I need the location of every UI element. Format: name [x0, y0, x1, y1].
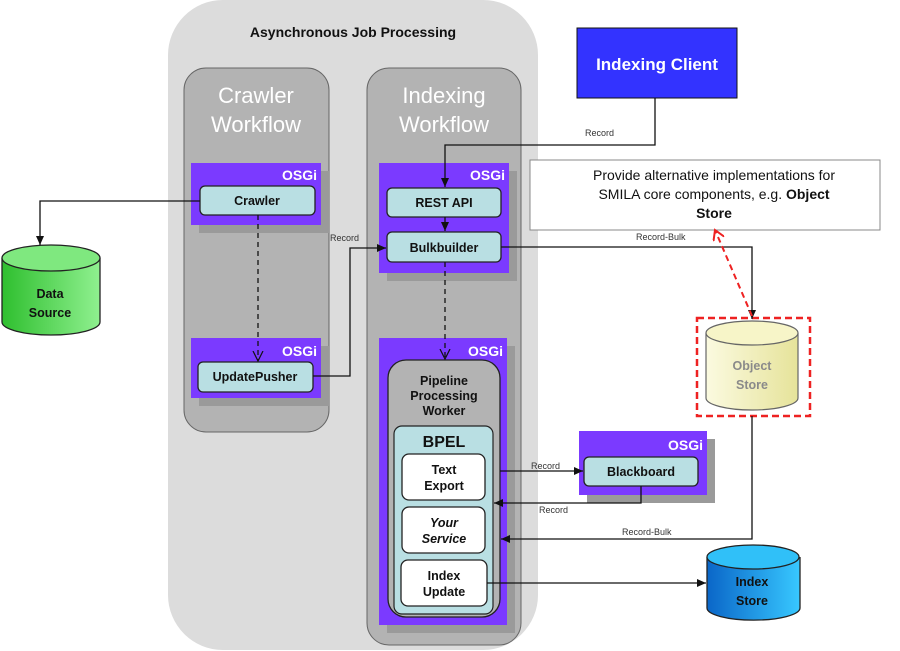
edge-label: Record-Bulk: [622, 527, 672, 537]
note-text: Provide alternative implementations for: [593, 167, 835, 183]
rest-api-node[interactable]: REST API: [386, 187, 502, 218]
edge-label: Record: [585, 128, 614, 138]
crawler-node[interactable]: Crawler: [199, 185, 316, 216]
osgi-pipeline-bundle: OSGi Pipeline Processing Worker BPEL Tex…: [379, 338, 515, 633]
your-service-node[interactable]: Your Service: [401, 506, 486, 554]
highlight-arrow: [715, 230, 753, 317]
osgi-label: OSGi: [668, 437, 703, 453]
text-export-node[interactable]: Text Export: [401, 453, 486, 501]
node-label: Data: [36, 287, 64, 301]
node-label: Index: [428, 569, 461, 583]
node-label: Store: [736, 594, 768, 608]
node-label: Worker: [423, 404, 466, 418]
osgi-label: OSGi: [282, 343, 317, 359]
osgi-updatepusher-bundle: OSGi UpdatePusher: [191, 338, 329, 406]
node-label: Processing: [410, 389, 477, 403]
osgi-label: OSGi: [468, 343, 503, 359]
note-text: SMILA core components, e.g. Object: [598, 186, 829, 202]
node-label: Blackboard: [607, 465, 675, 479]
lane-title: Workflow: [399, 112, 489, 137]
container-title: Asynchronous Job Processing: [250, 24, 456, 40]
edge-label: Record: [539, 505, 568, 515]
object-store-cylinder[interactable]: Object Store: [695, 316, 812, 418]
node-label: Pipeline: [420, 374, 468, 388]
node-label: Index: [736, 575, 769, 589]
updatepusher-node[interactable]: UpdatePusher: [197, 361, 314, 393]
blackboard-node[interactable]: Blackboard: [583, 456, 699, 487]
edge-label: Record: [531, 461, 560, 471]
node-label: Text: [432, 463, 458, 477]
lane-title: Workflow: [211, 112, 301, 137]
osgi-rest-bundle: OSGi REST API Bulkbuilder: [379, 163, 517, 281]
edge-label: Record-Bulk: [636, 232, 686, 242]
node-label: Export: [424, 479, 464, 493]
node-label: Store: [736, 378, 768, 392]
lane-title: Indexing: [402, 83, 485, 108]
architecture-diagram: Asynchronous Job Processing Crawler Work…: [1, 0, 881, 650]
lane-title: Crawler: [218, 83, 294, 108]
node-label: Your: [430, 516, 459, 530]
index-update-node[interactable]: Index Update: [400, 559, 488, 607]
node-label: Bulkbuilder: [410, 241, 479, 255]
bulkbuilder-node[interactable]: Bulkbuilder: [386, 231, 502, 263]
node-label: UpdatePusher: [213, 370, 298, 384]
osgi-blackboard-bundle: OSGi Blackboard: [579, 431, 715, 503]
node-label: Source: [29, 306, 71, 320]
node-label: Object: [733, 359, 773, 373]
edge-label: Record: [330, 233, 359, 243]
bpel-label: BPEL: [423, 434, 466, 451]
bulkbuilder-to-objectstore-edge: [501, 246, 756, 319]
data-source-cylinder[interactable]: Data Source: [1, 244, 101, 336]
node-label: REST API: [415, 196, 472, 210]
node-label: Indexing Client: [596, 55, 718, 74]
node-label: Service: [422, 532, 467, 546]
node-label: Update: [423, 585, 465, 599]
osgi-crawler-bundle: OSGi Crawler: [191, 163, 329, 233]
indexing-client-node[interactable]: Indexing Client: [576, 27, 738, 99]
osgi-label: OSGi: [470, 167, 505, 183]
index-store-cylinder[interactable]: Index Store: [706, 544, 801, 621]
osgi-label: OSGi: [282, 167, 317, 183]
note-box: Provide alternative implementations for …: [529, 159, 881, 231]
note-text: Store: [696, 205, 732, 221]
node-label: Crawler: [234, 194, 280, 208]
